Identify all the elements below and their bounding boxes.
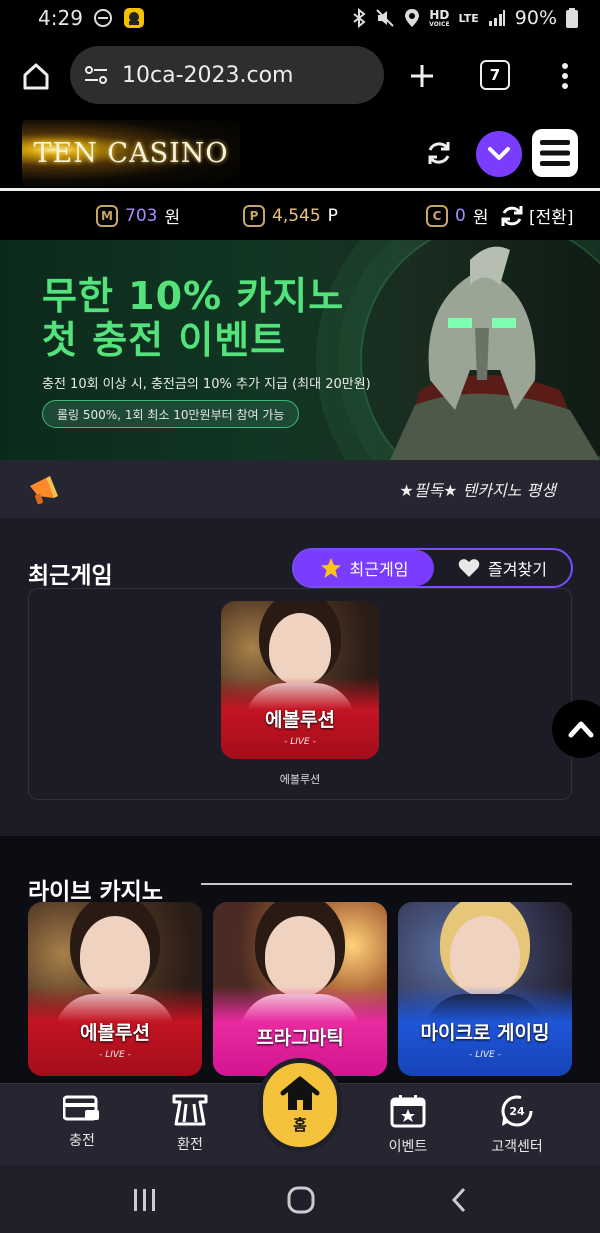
- bluetooth-icon: [353, 8, 366, 28]
- signal-icon: [488, 10, 505, 26]
- app-notification-icon: [123, 8, 144, 28]
- live-card-evolution[interactable]: 에볼루션 - LIVE -: [28, 902, 202, 1076]
- card-title: 마이크로 게이밍: [420, 1021, 550, 1044]
- back-icon: [451, 1187, 466, 1213]
- money-balance: M 703 원: [96, 203, 180, 228]
- casino-balance: C 0 원: [426, 203, 488, 228]
- hd-voice-indicator: HD VOICE: [429, 7, 450, 28]
- card-title: 프라그마틱: [256, 1026, 344, 1049]
- exchange-icon: [172, 1094, 208, 1126]
- money-value: 703: [125, 205, 158, 226]
- home-system-button[interactable]: [285, 1185, 317, 1215]
- browser-toolbar: 10ca-2023.com 7: [0, 36, 600, 116]
- chevron-up-icon: [568, 721, 594, 738]
- nav-support[interactable]: 24 고객센터: [472, 1094, 562, 1156]
- recent-games-list: 에볼루션 - LIVE - 에볼루션: [28, 588, 572, 800]
- tabs-button[interactable]: 7: [480, 60, 510, 90]
- tab-favorites[interactable]: 즐겨찾기: [434, 550, 571, 586]
- chevron-down-icon: [488, 147, 510, 160]
- casino-unit: 원: [472, 208, 489, 228]
- promo-banner[interactable]: 무한 10% 카지노 첫 충전 이벤트 충전 10회 이상 시, 충전금의 10…: [0, 240, 600, 460]
- point-unit: P: [327, 205, 338, 226]
- recents-button[interactable]: [128, 1187, 162, 1213]
- money-unit: 원: [164, 208, 181, 228]
- points-bar: M 703 원 P 4,545 P C 0 원 [전환]: [0, 191, 600, 240]
- point-balance: P 4,545 P: [243, 204, 338, 227]
- notice-bar[interactable]: ★필독★ 텐카지노 평생: [0, 460, 600, 518]
- dnd-icon: [93, 9, 112, 27]
- hamburger-icon: [540, 140, 570, 166]
- menu-button[interactable]: [532, 129, 578, 177]
- card-icon: [63, 1095, 99, 1121]
- notice-text: ★필독★ 텐카지노 평생: [399, 481, 556, 500]
- convert-icon: [501, 205, 523, 226]
- card-title: 에볼루션: [265, 708, 335, 731]
- lte-indicator: LTE: [458, 11, 479, 25]
- status-time: 4:29: [38, 6, 83, 30]
- star-icon: [320, 558, 341, 578]
- site-header: TEN CASINO: [0, 116, 600, 191]
- svg-text:24: 24: [509, 1105, 525, 1118]
- new-tab-button[interactable]: [404, 56, 440, 96]
- casino-value: 0: [455, 205, 466, 226]
- recent-games-section: 최근게임 최근게임 즐겨찾기 에볼루션 - LIVE - 에볼루션: [0, 518, 600, 836]
- spartan-helmet-illustration: [390, 246, 600, 460]
- dropdown-button[interactable]: [476, 131, 522, 177]
- convert-label: [전환]: [529, 208, 574, 228]
- recent-game-card[interactable]: 에볼루션 - LIVE -: [221, 601, 379, 759]
- home-outline-icon: [23, 63, 49, 90]
- card-live: - LIVE -: [99, 1049, 131, 1060]
- more-vertical-icon: [562, 63, 568, 89]
- card-live: - LIVE -: [469, 1049, 501, 1060]
- live-casino-title: 라이브 카지노: [28, 879, 163, 905]
- heart-icon: [458, 559, 480, 577]
- site-settings-icon: [85, 66, 107, 84]
- url-text: 10ca-2023.com: [122, 62, 294, 88]
- casino-icon: C: [426, 204, 448, 227]
- battery-percent: 90%: [514, 7, 557, 29]
- recent-game-caption: 에볼루션: [279, 773, 321, 786]
- refresh-icon: [428, 142, 450, 164]
- banner-subtitle: 충전 10회 이상 시, 충전금의 10% 추가 지급 (최대 20만원): [42, 377, 371, 392]
- recents-icon: [134, 1189, 155, 1211]
- back-button[interactable]: [446, 1185, 472, 1215]
- section-divider: [201, 883, 572, 885]
- tab-recent[interactable]: 최근게임: [294, 550, 434, 586]
- banner-pill: 롤링 500%, 1회 최소 10만원부터 참여 가능: [42, 400, 300, 428]
- live-casino-section: 라이브 카지노 에볼루션 - LIVE - 프라그마틱 마이크로 게이밍 - L…: [0, 836, 600, 1086]
- refresh-button[interactable]: [420, 134, 458, 172]
- plus-icon: [411, 65, 433, 87]
- point-icon: P: [243, 204, 265, 227]
- recent-tabs: 최근게임 즐겨찾기: [292, 548, 573, 588]
- money-icon: M: [96, 204, 118, 227]
- site-logo[interactable]: TEN CASINO: [22, 120, 240, 186]
- nav-home-button[interactable]: 홈: [258, 1058, 342, 1152]
- live-card-microgaming[interactable]: 마이크로 게이밍 - LIVE -: [398, 902, 572, 1076]
- browser-menu-button[interactable]: [552, 56, 578, 96]
- url-bar[interactable]: 10ca-2023.com: [70, 46, 384, 104]
- system-nav-bar: [0, 1165, 600, 1233]
- megaphone-icon: [30, 476, 58, 505]
- status-bar: 4:29 HD VOICE LTE 90%: [0, 0, 600, 36]
- nav-event[interactable]: 이벤트: [363, 1094, 453, 1156]
- point-value: 4,545: [272, 205, 321, 226]
- location-icon: [405, 9, 420, 27]
- convert-button[interactable]: [전환]: [499, 203, 574, 229]
- banner-title: 무한 10% 카지노 첫 충전 이벤트: [42, 274, 345, 362]
- nav-exchange[interactable]: 환전: [145, 1094, 235, 1154]
- home-icon: [280, 1076, 320, 1110]
- recent-games-title: 최근게임: [28, 563, 113, 589]
- card-live: - LIVE -: [284, 736, 316, 747]
- live-card-pragmatic[interactable]: 프라그마틱: [213, 902, 387, 1076]
- card-title: 에볼루션: [80, 1021, 150, 1044]
- calendar-star-icon: [390, 1095, 426, 1128]
- mute-icon: [376, 9, 394, 27]
- nav-charge[interactable]: 충전: [37, 1094, 127, 1150]
- support-24-icon: 24: [501, 1095, 533, 1127]
- browser-home-button[interactable]: [18, 56, 54, 96]
- home-circle-icon: [287, 1186, 315, 1214]
- battery-icon: [566, 8, 578, 28]
